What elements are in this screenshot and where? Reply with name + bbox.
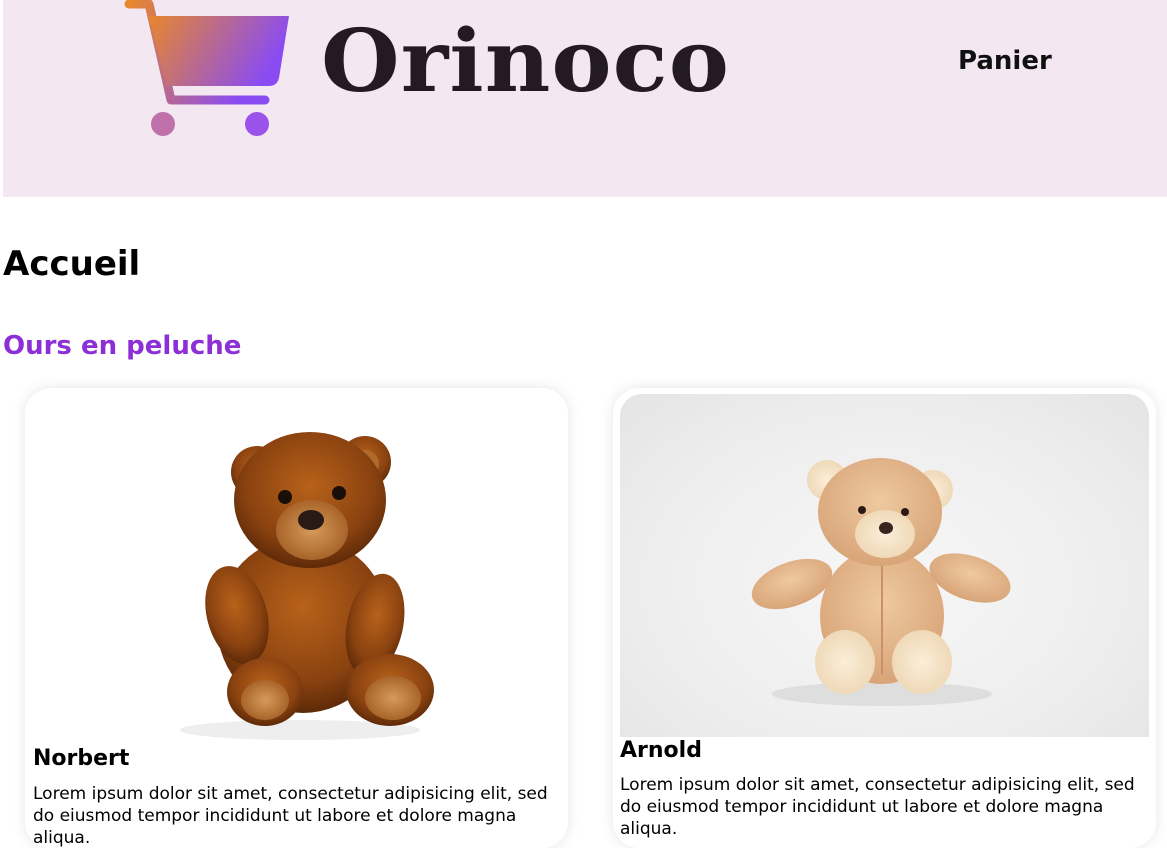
nav-cart-link[interactable]: Panier: [958, 46, 1052, 76]
section-title: Ours en peluche: [3, 331, 242, 361]
product-card[interactable]: Norbert Lorem ipsum dolor sit amet, cons…: [25, 388, 568, 848]
product-description: Lorem ipsum dolor sit amet, consectetur …: [620, 775, 1135, 839]
product-image[interactable]: [620, 394, 1149, 737]
product-name[interactable]: Arnold: [620, 736, 702, 766]
product-card[interactable]: Arnold Lorem ipsum dolor sit amet, conse…: [613, 388, 1156, 848]
site-header: Orinoco Panier: [3, 0, 1167, 197]
product-image[interactable]: [125, 400, 475, 744]
product-description: Lorem ipsum dolor sit amet, consectetur …: [33, 784, 548, 848]
shopping-cart-logo-icon[interactable]: [123, 0, 295, 140]
page-title: Accueil: [3, 244, 141, 284]
product-name[interactable]: Norbert: [33, 744, 129, 774]
logo-text[interactable]: Orinoco: [321, 2, 730, 122]
